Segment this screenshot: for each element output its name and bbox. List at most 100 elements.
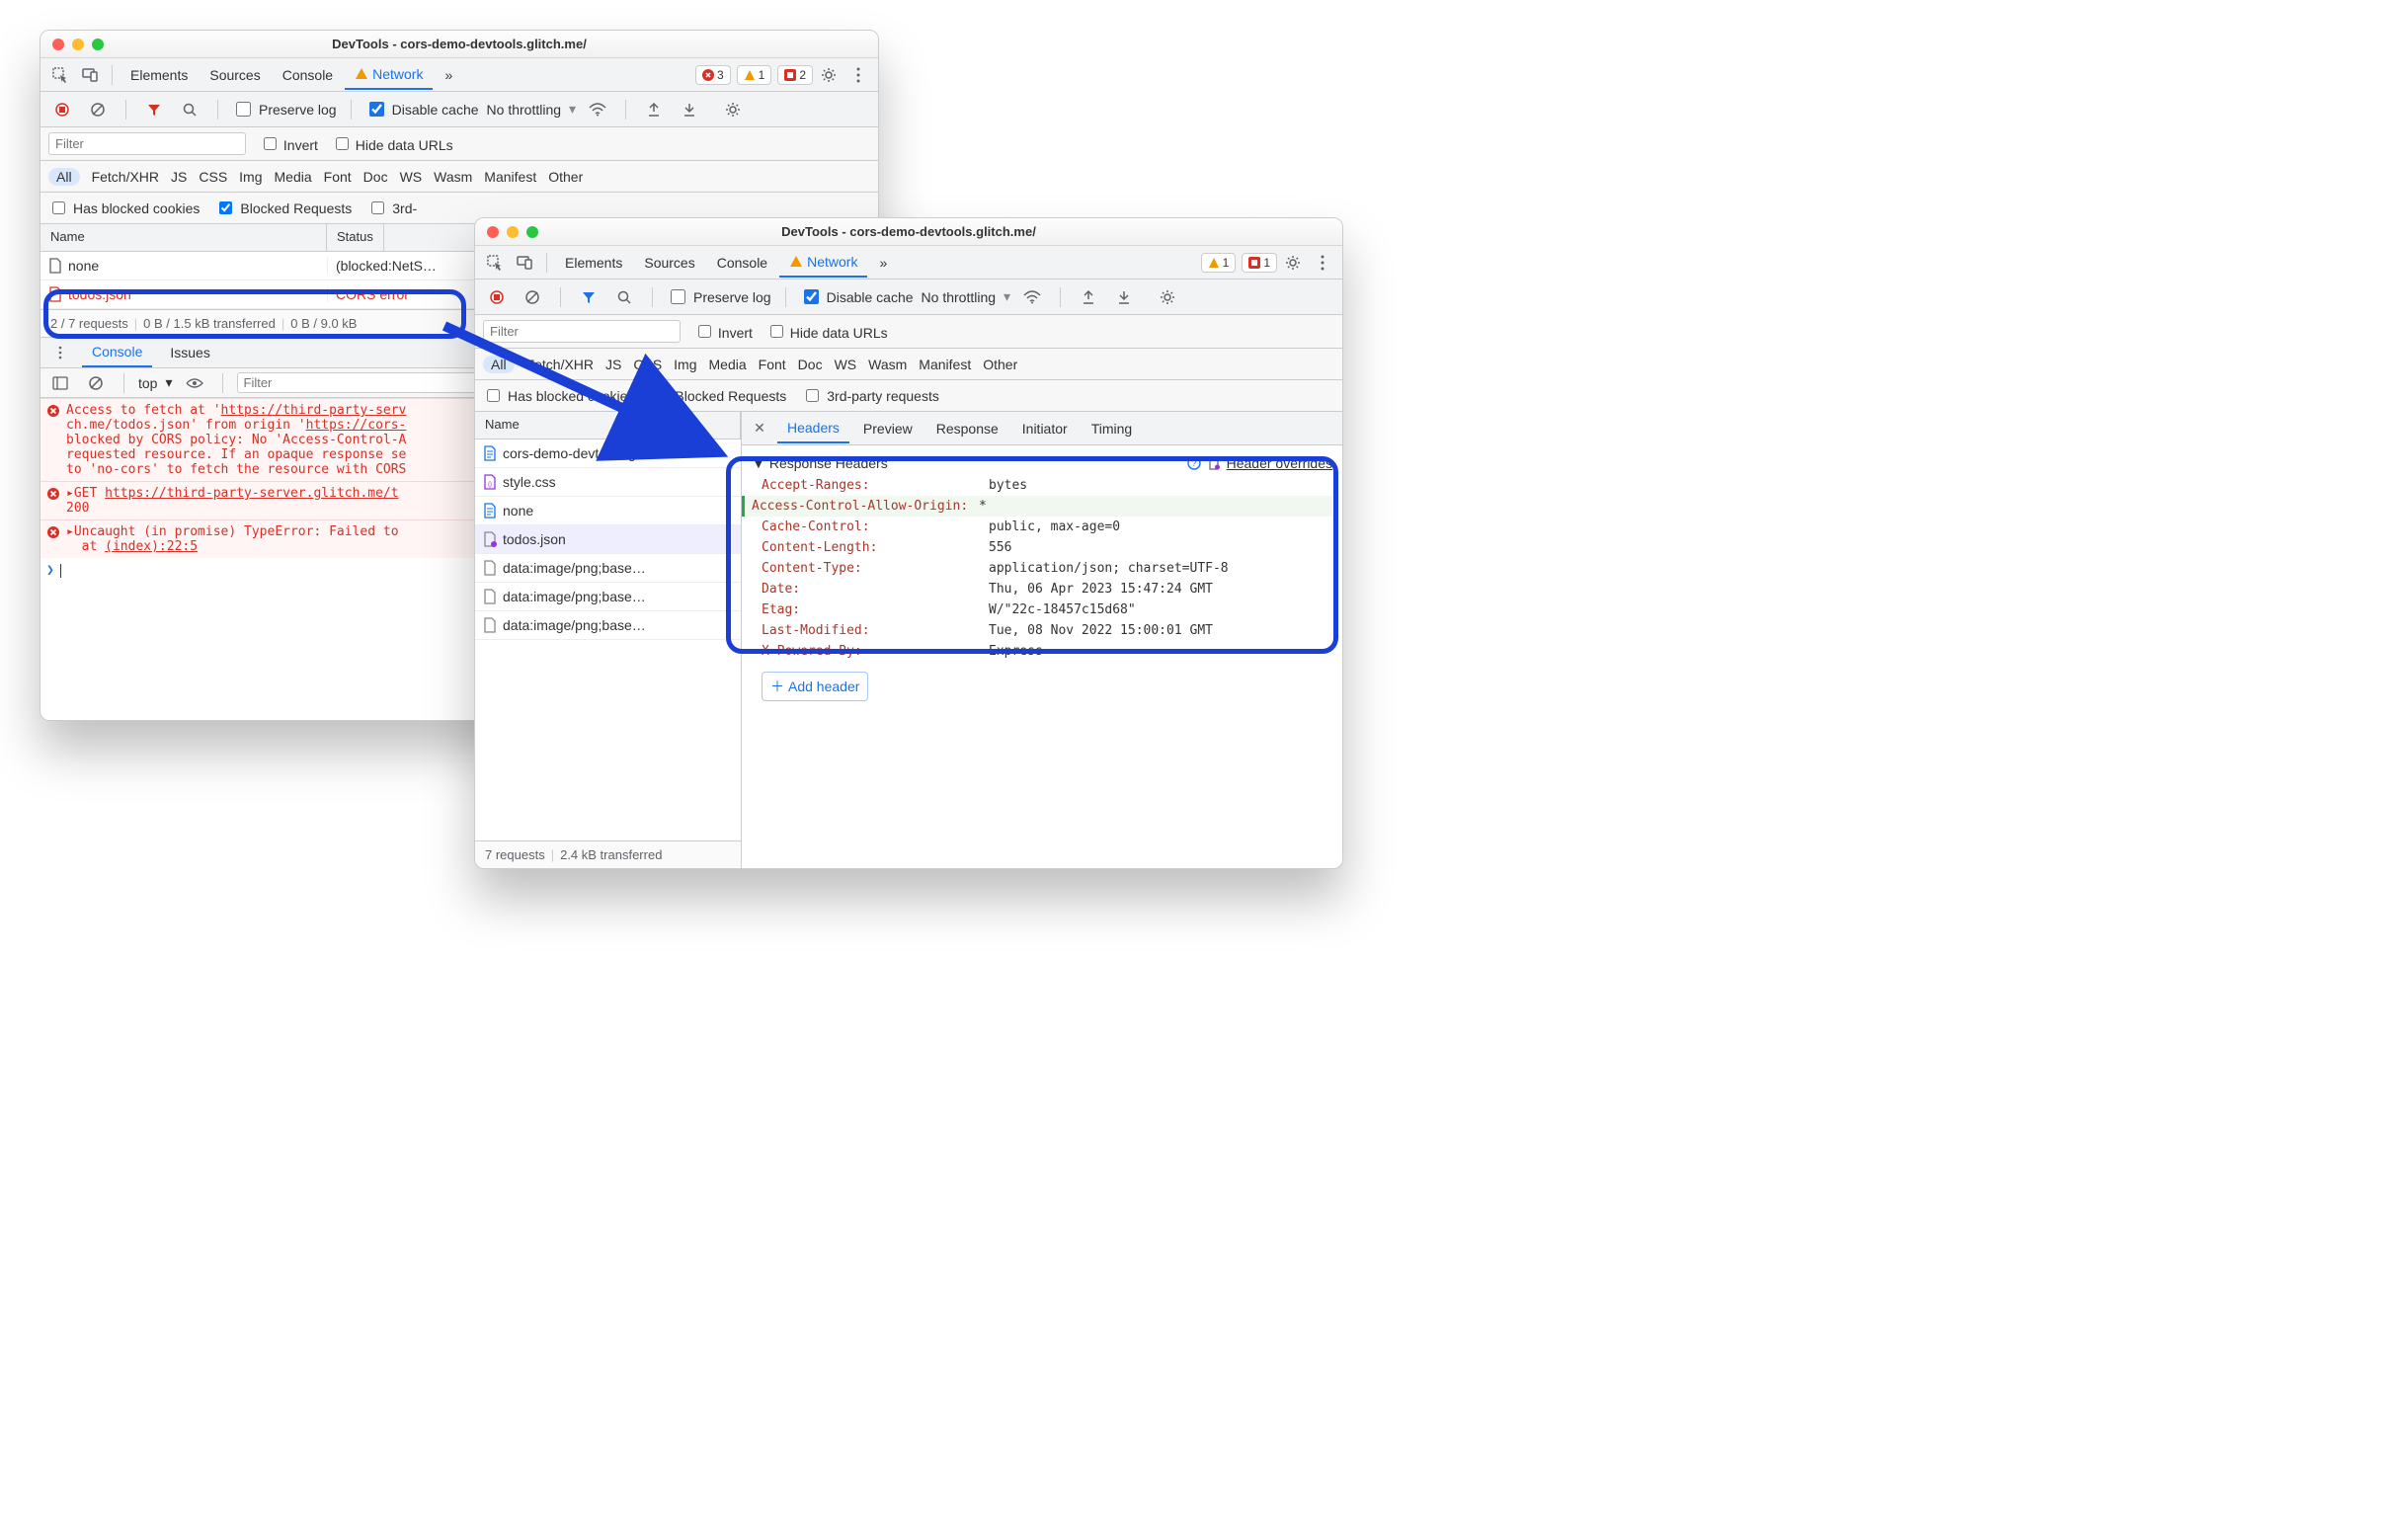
- table-row[interactable]: todos.json: [475, 525, 741, 554]
- table-row[interactable]: data:image/png;base…: [475, 583, 741, 611]
- chip-css[interactable]: CSS: [633, 357, 662, 372]
- record-icon[interactable]: [48, 96, 76, 123]
- chip-doc[interactable]: Doc: [798, 357, 823, 372]
- chip-js[interactable]: JS: [171, 169, 187, 185]
- upload-icon[interactable]: [1075, 283, 1102, 311]
- record-icon[interactable]: [483, 283, 511, 311]
- chip-js[interactable]: JS: [605, 357, 621, 372]
- tab-elements[interactable]: Elements: [120, 61, 198, 89]
- col-status[interactable]: Status: [327, 224, 384, 251]
- download-icon[interactable]: [676, 96, 703, 123]
- download-icon[interactable]: [1110, 283, 1138, 311]
- context-select[interactable]: top: [138, 375, 157, 391]
- header-row[interactable]: Cache-Control:public, max-age=0: [752, 517, 1332, 537]
- gear-icon[interactable]: [815, 61, 843, 89]
- table-row[interactable]: data:image/png;base…: [475, 554, 741, 583]
- header-row[interactable]: Content-Length:556: [752, 537, 1332, 558]
- header-overrides-link[interactable]: ? Header overrides: [1187, 455, 1332, 471]
- chip-wasm[interactable]: Wasm: [868, 357, 907, 372]
- filter-icon[interactable]: [575, 283, 602, 311]
- issues-badge[interactable]: 2: [777, 65, 813, 85]
- preserve-log-checkbox[interactable]: Preserve log: [667, 286, 771, 307]
- chevron-down-icon[interactable]: ▾: [1003, 288, 1010, 305]
- gear-icon[interactable]: [1154, 283, 1181, 311]
- filter-input[interactable]: [483, 320, 681, 343]
- chip-other[interactable]: Other: [548, 169, 583, 185]
- third-party-checkbox[interactable]: 3rd-: [367, 199, 417, 217]
- col-name[interactable]: Name: [475, 412, 741, 439]
- header-row[interactable]: Content-Type:application/json; charset=U…: [752, 558, 1332, 579]
- kebab-icon[interactable]: [1309, 249, 1336, 277]
- clear-console-icon[interactable]: [82, 369, 110, 397]
- search-icon[interactable]: [610, 283, 638, 311]
- blocked-requests-checkbox[interactable]: Blocked Requests: [650, 386, 786, 405]
- table-row[interactable]: none: [475, 497, 741, 525]
- chevron-down-icon[interactable]: ▾: [165, 374, 172, 391]
- detail-tab-initiator[interactable]: Initiator: [1012, 415, 1078, 442]
- more-tabs-icon[interactable]: »: [869, 249, 897, 277]
- sidebar-toggle-icon[interactable]: [46, 369, 74, 397]
- header-row[interactable]: Accept-Ranges:bytes: [752, 475, 1332, 496]
- wifi-icon[interactable]: [1018, 283, 1046, 311]
- tab-sources[interactable]: Sources: [200, 61, 270, 89]
- warnings-badge[interactable]: 1: [1201, 253, 1237, 273]
- disable-cache-checkbox[interactable]: Disable cache: [800, 286, 914, 307]
- chip-img[interactable]: Img: [674, 357, 696, 372]
- tab-network[interactable]: Network: [345, 60, 433, 90]
- header-row[interactable]: X-Powered-By:Express: [752, 641, 1332, 662]
- chip-wasm[interactable]: Wasm: [434, 169, 472, 185]
- search-icon[interactable]: [176, 96, 203, 123]
- tab-console[interactable]: Console: [707, 249, 777, 277]
- eye-icon[interactable]: [181, 369, 208, 397]
- errors-badge[interactable]: 3: [695, 65, 731, 85]
- drawer-tab-console[interactable]: Console: [82, 338, 152, 367]
- filter-icon[interactable]: [140, 96, 168, 123]
- chip-css[interactable]: CSS: [199, 169, 227, 185]
- chip-all[interactable]: All: [483, 356, 515, 373]
- detail-tab-headers[interactable]: Headers: [777, 414, 849, 443]
- table-row[interactable]: cors-demo-devtools.glitch.me: [475, 439, 741, 468]
- tab-console[interactable]: Console: [273, 61, 343, 89]
- chip-doc[interactable]: Doc: [363, 169, 388, 185]
- invert-checkbox[interactable]: Invert: [694, 322, 753, 341]
- response-headers-section[interactable]: ▼ Response Headers ? Header overrides: [752, 451, 1332, 475]
- header-row[interactable]: Etag:W/"22c-18457c15d68": [752, 599, 1332, 620]
- chip-img[interactable]: Img: [239, 169, 262, 185]
- chip-all[interactable]: All: [48, 168, 80, 186]
- close-detail-icon[interactable]: ✕: [746, 415, 773, 442]
- chip-xhr[interactable]: Fetch/XHR: [92, 169, 159, 185]
- hide-urls-checkbox[interactable]: Hide data URLs: [332, 134, 453, 153]
- detail-tab-preview[interactable]: Preview: [853, 415, 923, 442]
- clear-icon[interactable]: [519, 283, 546, 311]
- col-name[interactable]: Name: [40, 224, 327, 251]
- tab-elements[interactable]: Elements: [555, 249, 632, 277]
- header-row[interactable]: Last-Modified:Tue, 08 Nov 2022 15:00:01 …: [752, 620, 1332, 641]
- add-header-button[interactable]: ＋Add header: [762, 672, 868, 701]
- third-party-checkbox[interactable]: 3rd-party requests: [802, 386, 939, 405]
- chip-ws[interactable]: WS: [835, 357, 857, 372]
- preserve-log-checkbox[interactable]: Preserve log: [232, 99, 337, 120]
- hide-urls-checkbox[interactable]: Hide data URLs: [766, 322, 888, 341]
- more-tabs-icon[interactable]: »: [435, 61, 462, 89]
- tab-network[interactable]: Network: [779, 248, 867, 278]
- chip-xhr[interactable]: Fetch/XHR: [526, 357, 594, 372]
- device-icon[interactable]: [76, 61, 104, 89]
- chip-manifest[interactable]: Manifest: [919, 357, 971, 372]
- inspect-icon[interactable]: [481, 249, 509, 277]
- chip-media[interactable]: Media: [275, 169, 312, 185]
- upload-icon[interactable]: [640, 96, 668, 123]
- throttling-select[interactable]: No throttling: [922, 289, 996, 305]
- table-row[interactable]: {}style.css: [475, 468, 741, 497]
- header-row[interactable]: Date:Thu, 06 Apr 2023 15:47:24 GMT: [752, 579, 1332, 599]
- throttling-select[interactable]: No throttling: [487, 102, 561, 118]
- filter-input[interactable]: [48, 132, 246, 155]
- blocked-cookies-checkbox[interactable]: Has blocked cookies: [48, 199, 200, 217]
- chevron-down-icon[interactable]: ▾: [569, 101, 576, 118]
- kebab-icon[interactable]: [844, 61, 872, 89]
- chip-other[interactable]: Other: [983, 357, 1017, 372]
- detail-tab-response[interactable]: Response: [926, 415, 1008, 442]
- gear-icon[interactable]: [1279, 249, 1307, 277]
- tab-sources[interactable]: Sources: [634, 249, 704, 277]
- detail-tab-timing[interactable]: Timing: [1082, 415, 1143, 442]
- blocked-cookies-checkbox[interactable]: Has blocked cookies: [483, 386, 634, 405]
